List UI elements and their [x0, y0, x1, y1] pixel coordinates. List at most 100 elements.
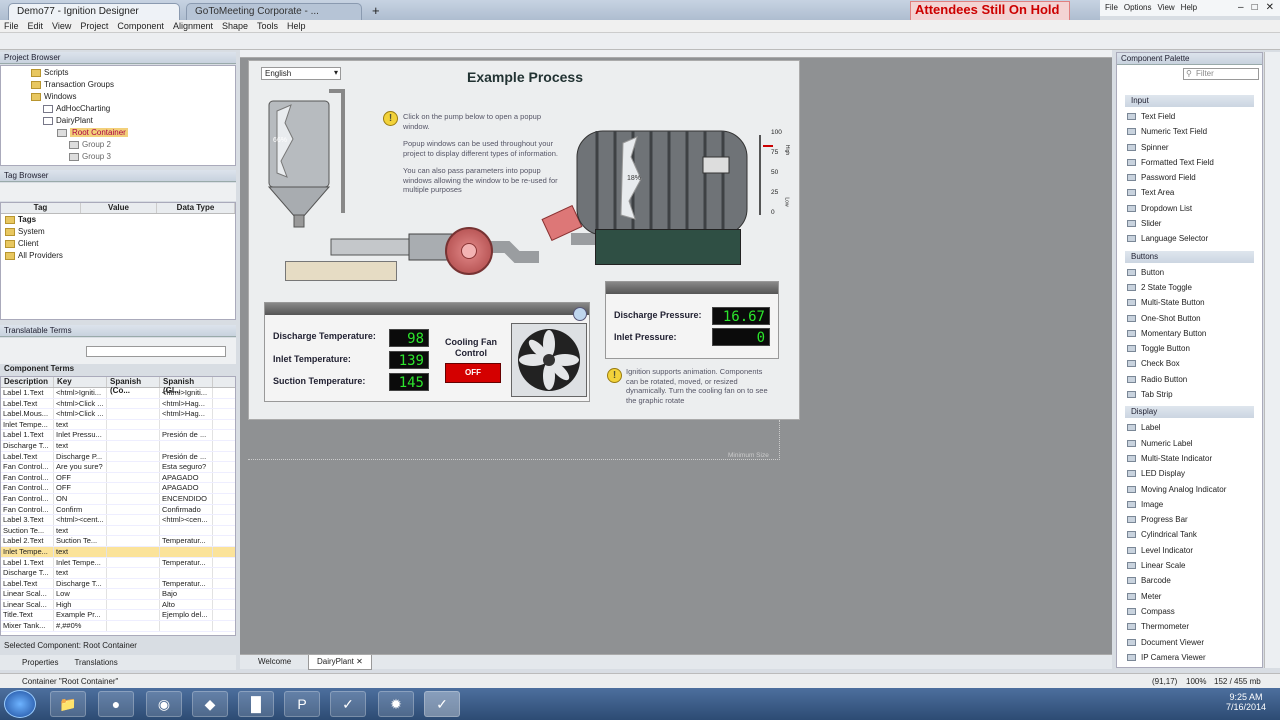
menu-component[interactable]: Component — [117, 20, 164, 32]
table-row[interactable]: Label 1.Text <html>Igniti... <html>Igniti.… — [1, 388, 235, 399]
palette-item[interactable]: One-Shot Button — [1117, 311, 1262, 326]
menu-view[interactable]: View — [52, 20, 71, 32]
table-row[interactable]: Label 3.Text <html><cent... <html><cen... — [1, 515, 235, 526]
close-icon[interactable]: ✕ — [356, 657, 363, 666]
palette-item[interactable]: Cylindrical Tank — [1117, 527, 1262, 542]
menu-edit[interactable]: Edit — [28, 20, 44, 32]
browser-menu-help[interactable]: Help — [1181, 3, 1197, 13]
tree-item-group3[interactable]: Group 3 — [1, 151, 235, 163]
palette-item[interactable]: Formatted Text Field — [1117, 155, 1262, 170]
table-row[interactable]: Title.Text Example Pr... Ejemplo del... — [1, 610, 235, 622]
palette-item[interactable]: Barcode — [1117, 573, 1262, 588]
table-row[interactable]: Discharge T... text — [1, 568, 235, 579]
tab-translations[interactable]: Translations — [74, 658, 117, 667]
system-clock[interactable]: 9:25 AM 7/16/2014 — [1218, 692, 1274, 712]
palette-item[interactable]: Multi-State Button — [1117, 295, 1262, 310]
chrome-icon[interactable]: ◉ — [146, 691, 182, 717]
palette-item[interactable]: Level Indicator — [1117, 543, 1262, 558]
palette-item[interactable]: Toggle Button — [1117, 341, 1262, 356]
menu-shape[interactable]: Shape — [222, 20, 248, 32]
palette-item[interactable]: IP Camera Viewer — [1117, 650, 1262, 665]
palette-item[interactable]: Meter — [1117, 589, 1262, 604]
table-row[interactable]: Fan Control... OFF APAGADO — [1, 483, 235, 494]
palette-item[interactable]: Text Field — [1117, 109, 1262, 124]
table-row[interactable]: Inlet Tempe... text — [1, 546, 235, 558]
palette-item[interactable]: Button — [1117, 265, 1262, 280]
column-spanish-co[interactable]: Spanish (Co... — [107, 377, 160, 395]
browser-menu-file[interactable]: File — [1105, 3, 1118, 13]
column-tag[interactable]: Tag — [1, 203, 81, 213]
palette-item[interactable]: Dropdown List — [1117, 201, 1262, 216]
menu-tools[interactable]: Tools — [257, 20, 278, 32]
menu-project[interactable]: Project — [80, 20, 108, 32]
table-row[interactable]: Discharge T... text — [1, 440, 235, 452]
palette-item[interactable]: LED Display — [1117, 466, 1262, 481]
tab-welcome[interactable]: Welcome — [258, 657, 291, 666]
firefox-icon[interactable]: ● — [98, 691, 134, 717]
app-icon[interactable]: ◆ — [192, 691, 228, 717]
powerpoint-icon[interactable]: P — [284, 691, 320, 717]
column-description[interactable]: Description — [1, 377, 54, 387]
column-key[interactable]: Key — [54, 377, 107, 387]
table-row[interactable]: Linear Scal... High Alto — [1, 599, 235, 611]
tree-item-scripts[interactable]: Scripts — [1, 67, 235, 79]
palette-group-header[interactable]: Display — [1125, 406, 1254, 419]
browser-tab-designer[interactable]: Demo77 - Ignition Designer — [8, 3, 180, 20]
palette-item[interactable]: Check Box — [1117, 356, 1262, 371]
menu-file[interactable]: File — [4, 20, 19, 32]
menu-help[interactable]: Help — [287, 20, 306, 32]
palette-item[interactable]: Text Area — [1117, 185, 1262, 200]
browser-menu-view[interactable]: View — [1157, 3, 1174, 13]
tag-item-client[interactable]: Client — [5, 238, 235, 250]
table-row[interactable]: Label.Text Discharge P... Presión de ... — [1, 451, 235, 463]
table-row[interactable]: Inlet Tempe... text — [1, 419, 235, 431]
table-row[interactable]: Label 1.Text Inlet Pressu... Presión de ..… — [1, 430, 235, 441]
table-row[interactable]: Label.Mous... <html>Click ... <html>Hag... — [1, 409, 235, 420]
table-row[interactable]: Fan Control... ON ENCENDIDO — [1, 493, 235, 505]
table-row[interactable]: Suction Te... text — [1, 525, 235, 537]
palette-item[interactable]: Thermometer — [1117, 619, 1262, 634]
palette-item[interactable]: Compass — [1117, 604, 1262, 619]
storage-tank[interactable]: 18% — [575, 127, 751, 239]
browser-tab-gotomeeting[interactable]: GoToMeeting Corporate - ... — [186, 3, 362, 20]
palette-item[interactable]: Slider — [1117, 216, 1262, 231]
palette-item[interactable]: Radio Button — [1117, 372, 1262, 387]
table-row[interactable]: Label 1.Text Inlet Tempe... Temperatur... — [1, 557, 235, 569]
palette-item[interactable]: Language Selector — [1117, 231, 1262, 246]
maximize-icon[interactable]: □ — [1252, 2, 1258, 14]
palette-item[interactable]: Label — [1117, 420, 1262, 435]
fan-off-button[interactable]: OFF — [445, 363, 501, 383]
minimize-icon[interactable]: – — [1238, 2, 1244, 14]
table-row[interactable]: Fan Control... OFF APAGADO — [1, 472, 235, 484]
checklist-icon[interactable]: ✓ — [330, 691, 366, 717]
explorer-icon[interactable]: 📁 — [50, 691, 86, 717]
tree-item-adhoccharting[interactable]: AdHocCharting — [1, 103, 235, 115]
tab-properties[interactable]: Properties — [22, 658, 58, 667]
palette-item[interactable]: Linear Scale — [1117, 558, 1262, 573]
tree-item-transaction-groups[interactable]: Transaction Groups — [1, 79, 235, 91]
tree-item-dairyplant[interactable]: DairyPlant — [1, 115, 235, 127]
table-row[interactable]: Label.Text Discharge T... Temperatur... — [1, 578, 235, 590]
palette-item[interactable]: Tab Strip — [1117, 387, 1262, 402]
terms-search-input[interactable] — [86, 346, 226, 357]
tree-item-root-container[interactable]: Root Container — [1, 127, 235, 139]
palette-item[interactable]: Password Field — [1117, 170, 1262, 185]
designer-app-icon[interactable]: ✓ — [424, 691, 460, 717]
palette-item[interactable]: Moving Analog Indicator — [1117, 482, 1262, 497]
palette-item[interactable]: Momentary Button — [1117, 326, 1262, 341]
palette-item[interactable]: Numeric Label — [1117, 436, 1262, 451]
browser-menu-options[interactable]: Options — [1124, 3, 1152, 13]
tag-item-tags[interactable]: Tags — [5, 214, 235, 226]
column-value[interactable]: Value — [81, 203, 157, 213]
palette-item[interactable]: Image — [1117, 497, 1262, 512]
dairyplant-window[interactable]: English ▾ Example Process 66% ! Click on … — [248, 60, 800, 420]
tag-item-system[interactable]: System — [5, 226, 235, 238]
menu-alignment[interactable]: Alignment — [173, 20, 213, 32]
start-button[interactable] — [4, 690, 36, 718]
palette-item[interactable]: Spinner — [1117, 140, 1262, 155]
table-row[interactable]: Fan Control... Confirm Confirmado — [1, 504, 235, 516]
palette-filter-input[interactable]: ⚲ Filter — [1183, 68, 1259, 80]
palette-item[interactable]: Document Viewer — [1117, 635, 1262, 650]
tag-item-all-providers[interactable]: All Providers — [5, 250, 235, 262]
column-spanish-gl[interactable]: Spanish (Gl... — [160, 377, 213, 395]
